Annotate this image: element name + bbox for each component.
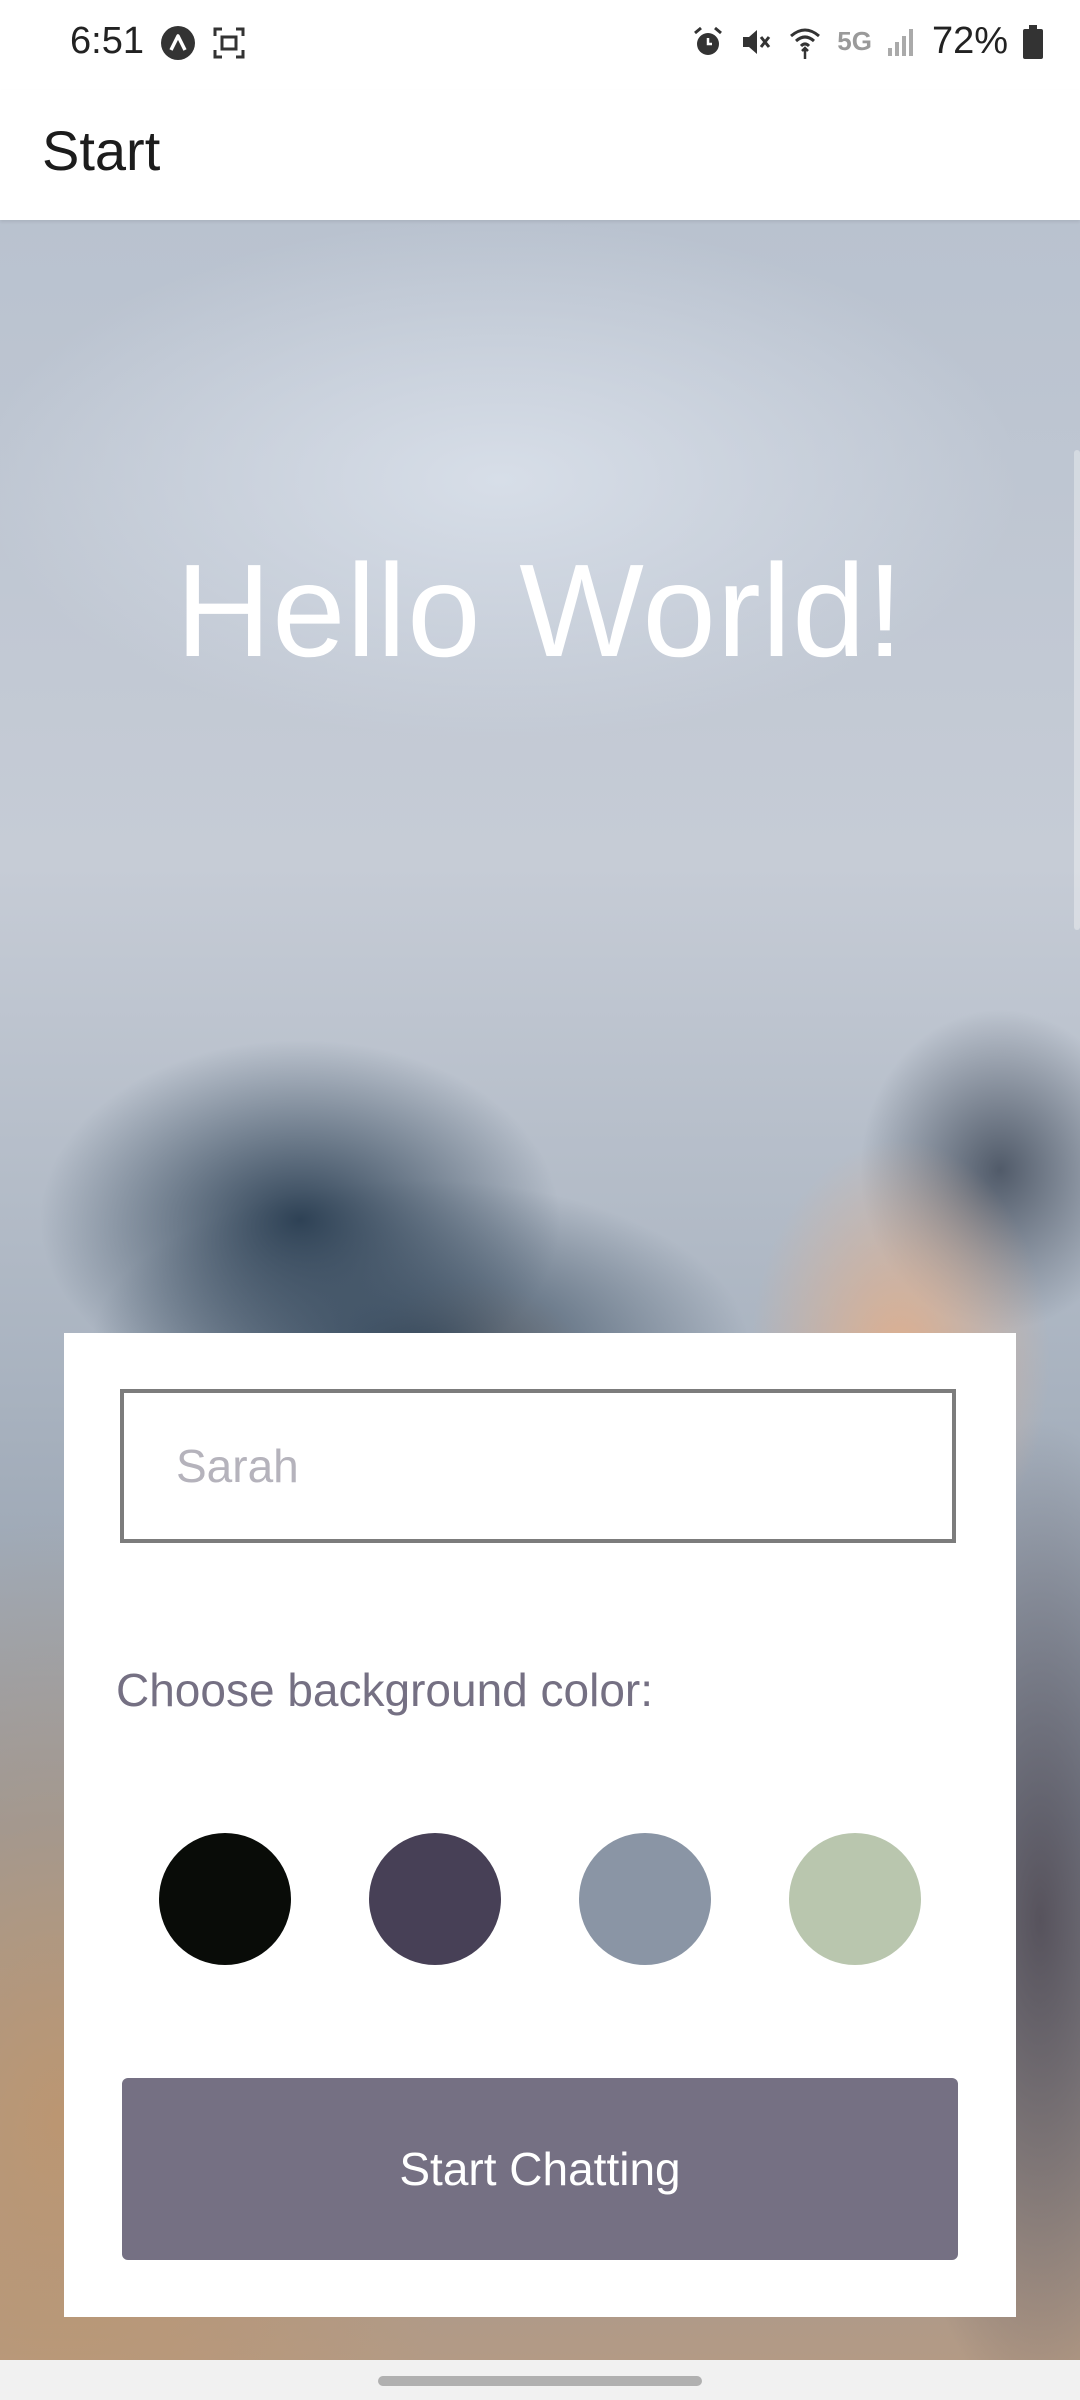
home-gesture-handle[interactable] — [378, 2376, 702, 2386]
screenshot-icon — [213, 27, 245, 59]
battery-percent: 72% — [931, 20, 1008, 62]
navigation-bar — [0, 2360, 1080, 2400]
screen: 6:51 5G 72% Start Hello World! Sarah Cho… — [0, 0, 1080, 2400]
color-swatch-black[interactable] — [159, 1833, 291, 1965]
start-chatting-button[interactable]: Start Chatting — [122, 2078, 958, 2260]
scroll-indicator — [1074, 450, 1080, 930]
signal-icon — [887, 28, 913, 56]
start-form-card: Choose background color: Start Chatting — [64, 1333, 1016, 2317]
status-right-icons: 5G 72% — [691, 20, 1044, 63]
name-input[interactable] — [120, 1389, 956, 1543]
status-bar: 6:51 5G 72% — [0, 0, 1080, 90]
status-time: 6:51 — [70, 20, 144, 62]
color-swatches — [159, 1833, 921, 1967]
wifi-icon — [790, 28, 821, 59]
color-swatch-green[interactable] — [789, 1833, 921, 1965]
alarm-icon — [694, 26, 723, 55]
page-title: Start — [42, 119, 161, 182]
color-swatch-purple[interactable] — [369, 1833, 501, 1965]
status-left-icons — [160, 25, 246, 61]
app-header: Start — [0, 90, 1080, 220]
mute-icon — [743, 29, 771, 54]
hero-title: Hello World! — [175, 537, 905, 684]
battery-icon — [1023, 24, 1043, 59]
color-choice-label: Choose background color: — [116, 1664, 653, 1716]
app-notification-icon — [161, 26, 195, 60]
color-swatch-gray-blue[interactable] — [579, 1833, 711, 1965]
network-type: 5G — [837, 26, 872, 56]
